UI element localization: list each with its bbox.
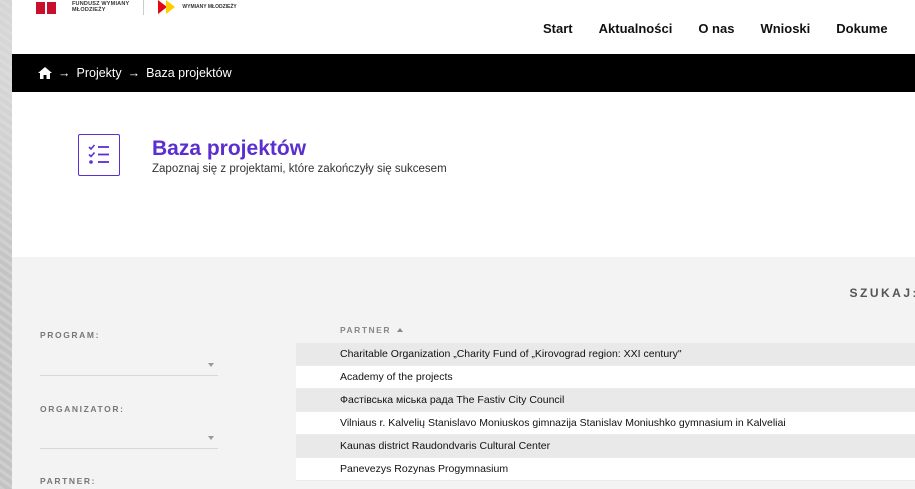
chevron-down-icon: [208, 436, 214, 440]
table-row[interactable]: Panevezys Rozynas Progymnasium: [296, 458, 915, 481]
fundusz-logo-icon: [36, 0, 58, 14]
nav-start[interactable]: Start: [543, 21, 573, 36]
chevron-down-icon: [208, 363, 214, 367]
site-header: FUNDUSZ WYMIANY MŁODZIEŻY WYMIANY MŁODZI…: [12, 0, 915, 54]
logo-text-line2: MŁODZIEŻY: [72, 7, 106, 13]
page: FUNDUSZ WYMIANY MŁODZIEŻY WYMIANY MŁODZI…: [12, 0, 915, 489]
page-subtitle: Zapoznaj się z projektami, które zakończ…: [152, 163, 447, 175]
logo-text: FUNDUSZ WYMIANY MŁODZIEŻY: [72, 1, 129, 13]
breadcrumb-separator: →: [58, 66, 71, 80]
table-row[interactable]: Фастівська міська рада The Fastiv City C…: [296, 389, 915, 412]
filter-partner-label: PARTNER:: [40, 476, 97, 486]
logo-area[interactable]: FUNDUSZ WYMIANY MŁODZIEŻY WYMIANY MŁODZI…: [36, 0, 237, 20]
nav-aktualnosci[interactable]: Aktualności: [599, 21, 673, 36]
nav-dokumenty[interactable]: Dokume: [836, 21, 887, 36]
filter-organizator-select[interactable]: [40, 427, 218, 449]
filter-program-select[interactable]: [40, 354, 218, 376]
nav-wnioski[interactable]: Wnioski: [760, 21, 810, 36]
filter-program-label: PROGRAM:: [40, 330, 101, 340]
secondary-logo[interactable]: WYMIANY MŁODZIEŻY: [158, 0, 237, 14]
table-row[interactable]: Charitable Organization „Charity Fund of…: [296, 343, 915, 366]
sort-ascending-icon: [396, 328, 403, 332]
nav-o-nas[interactable]: O nas: [698, 21, 734, 36]
breadcrumb-projekty[interactable]: Projekty: [77, 66, 122, 80]
search-label: SZUKAJ:: [849, 286, 915, 300]
page-header: Baza projektów Zapoznaj się z projektami…: [12, 92, 915, 257]
main-nav: Start Aktualności O nas Wnioski Dokume: [543, 21, 888, 36]
table-row[interactable]: Academy of the projects: [296, 366, 915, 389]
checklist-icon: [78, 134, 120, 176]
table-row[interactable]: Kaunas district Raudondvaris Cultural Ce…: [296, 435, 915, 458]
breadcrumb-current: Baza projektów: [146, 66, 232, 80]
projects-table: PARTNER Charitable Organization „Charity…: [296, 317, 915, 481]
home-icon[interactable]: [38, 67, 52, 79]
breadcrumb-separator: →: [127, 66, 141, 80]
page-title: Baza projektów: [152, 137, 307, 160]
column-header-partner[interactable]: PARTNER: [296, 317, 915, 343]
logo-divider: [143, 0, 145, 15]
filter-organizator-label: ORGANIZATOR:: [40, 404, 125, 414]
secondary-logo-icon: [158, 0, 176, 14]
table-row[interactable]: Vilniaus r. Kalvelių Stanislavo Moniusko…: [296, 412, 915, 435]
projects-content: SZUKAJ: PROGRAM: ORGANIZATOR: PARTNER: P…: [12, 257, 915, 489]
column-header-label: PARTNER: [340, 325, 391, 335]
breadcrumb: → Projekty → Baza projektów: [12, 54, 915, 92]
secondary-logo-text: WYMIANY MŁODZIEŻY: [182, 4, 237, 10]
